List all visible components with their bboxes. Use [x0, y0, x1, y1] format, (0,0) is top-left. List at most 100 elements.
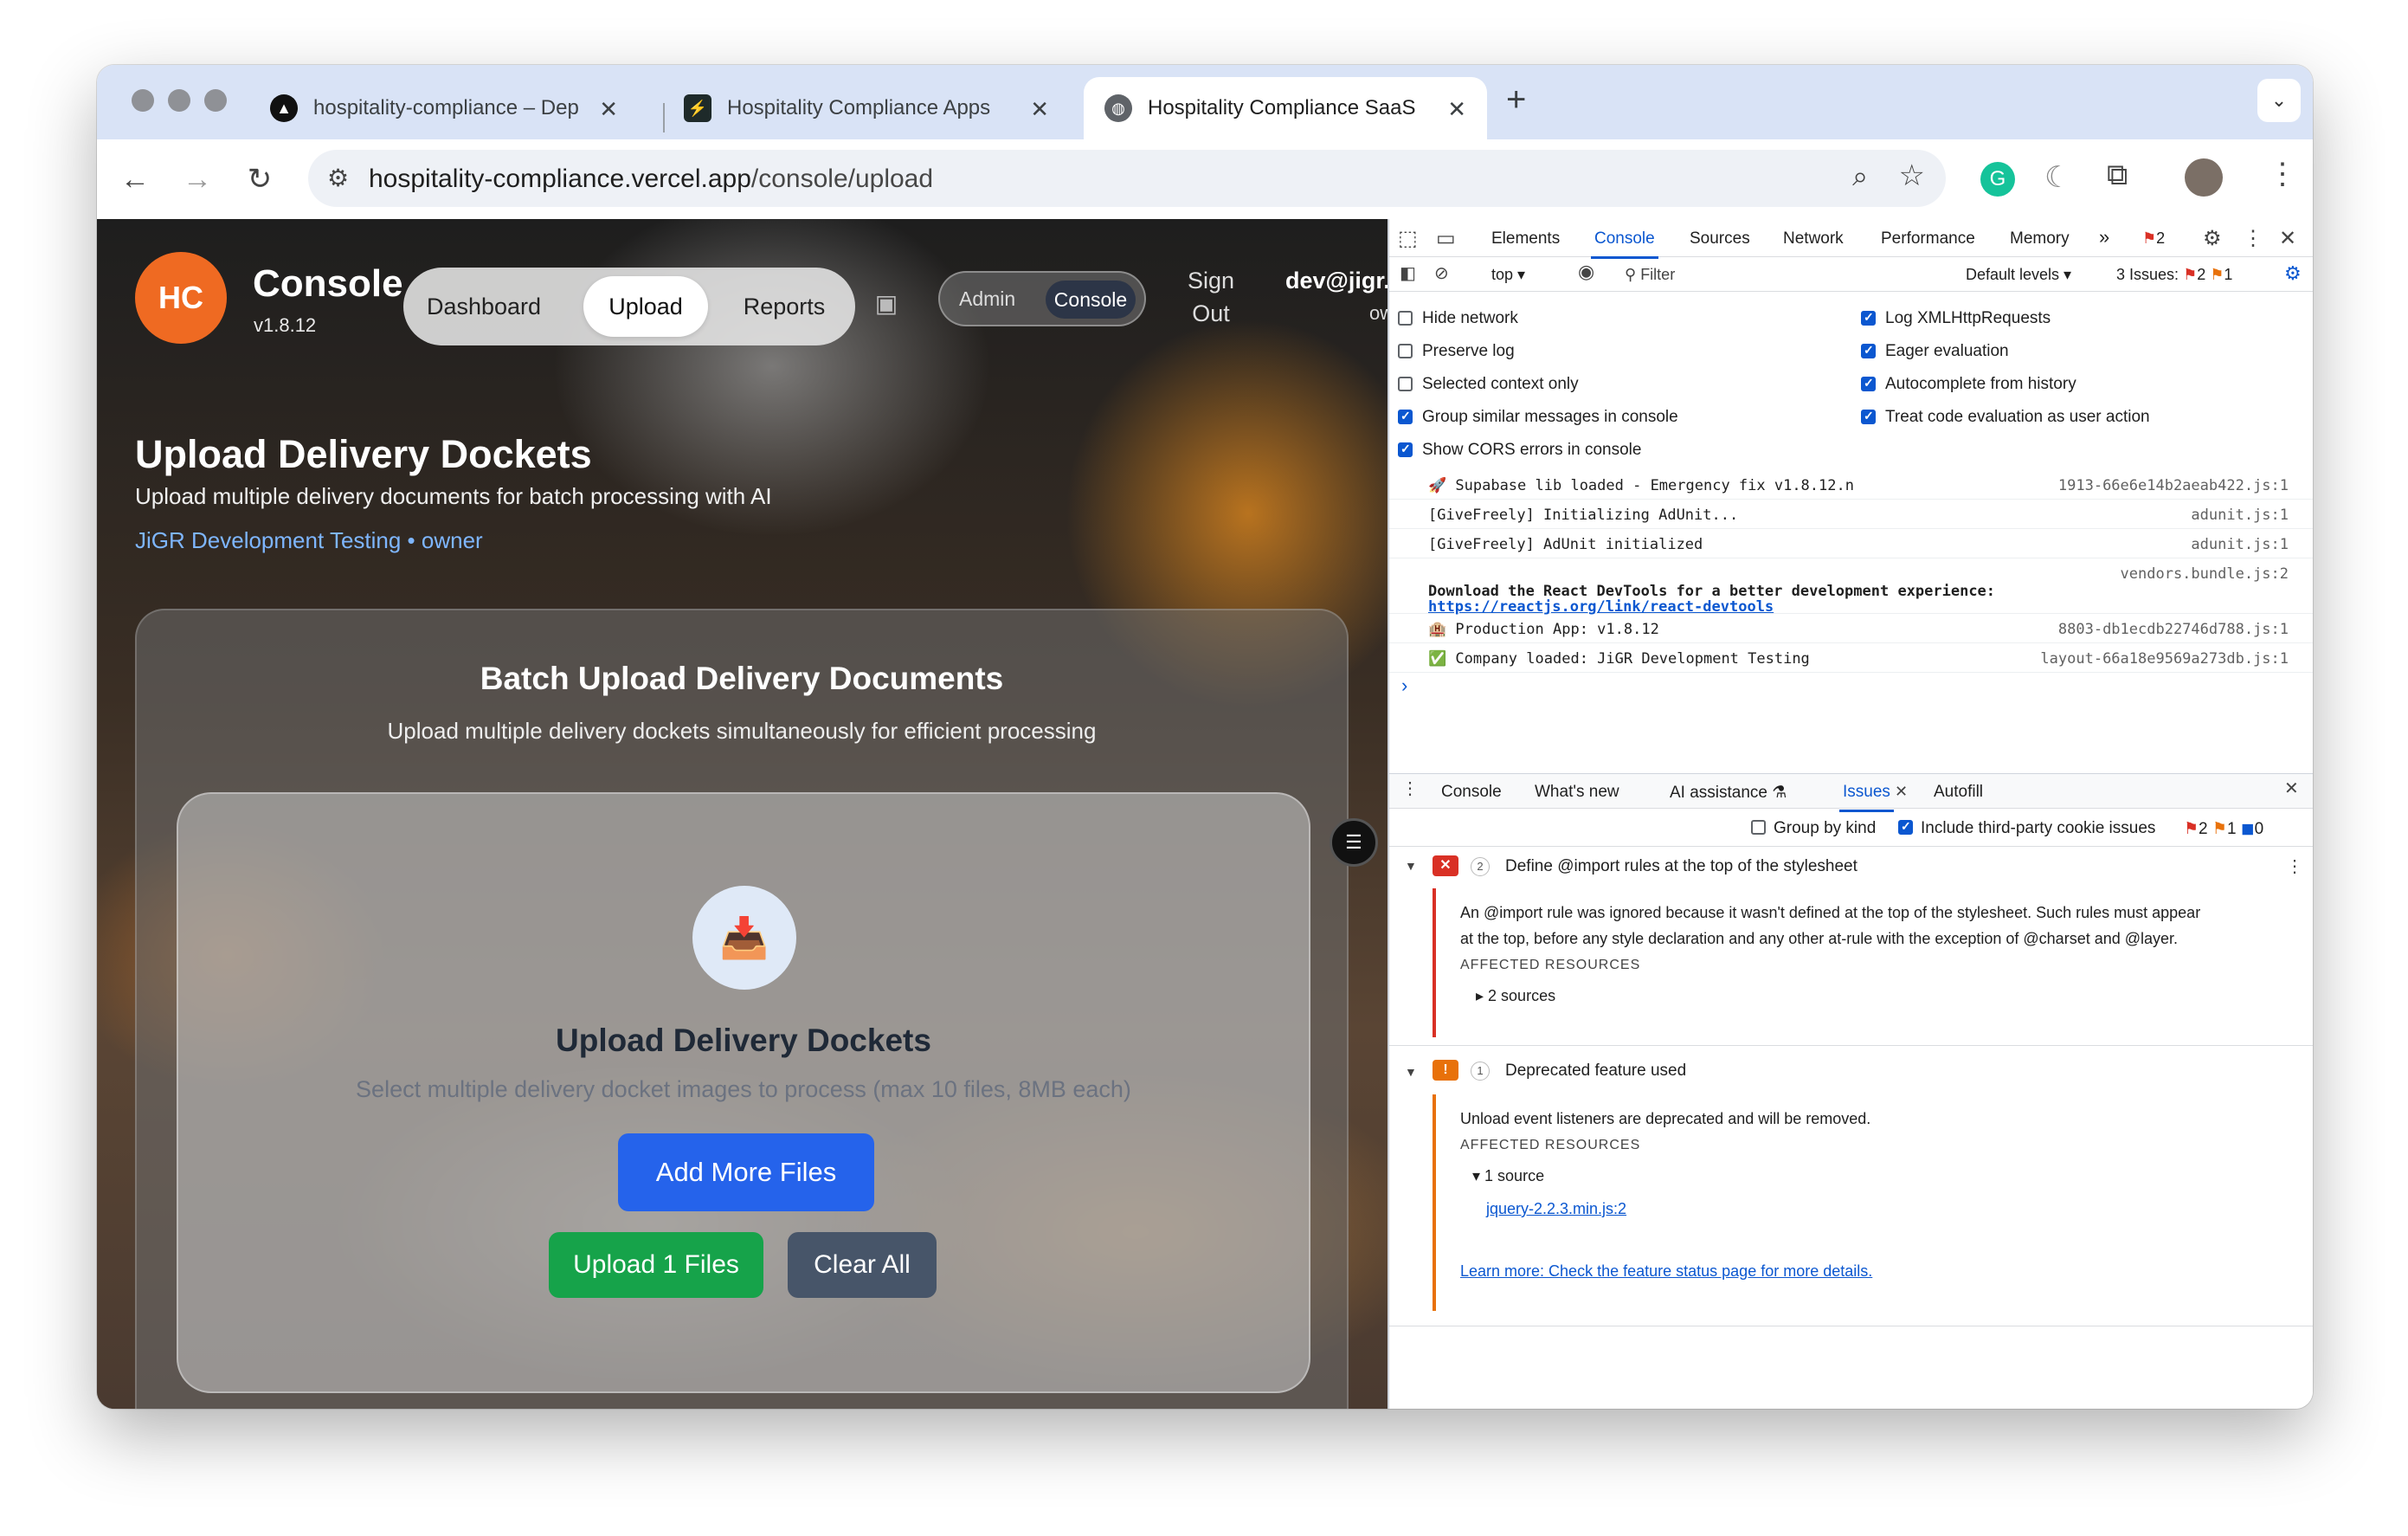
- bookmark-star-icon[interactable]: ☆: [1899, 158, 1925, 193]
- mode-admin[interactable]: Admin: [959, 287, 1015, 311]
- sidebar-toggle-icon[interactable]: ◧: [1400, 262, 1416, 284]
- expand-triangle-icon[interactable]: ▼: [1405, 1065, 1417, 1079]
- tab-performance[interactable]: Performance: [1881, 229, 1975, 248]
- devtools-panel: ⬚ ▭ Elements Console Sources Network Per…: [1387, 219, 2313, 1409]
- upload-files-button[interactable]: Upload 1 Files: [549, 1232, 763, 1298]
- browser-tab-vercel[interactable]: ▲ hospitality-compliance – Dep ✕: [249, 77, 639, 139]
- log-levels-select[interactable]: Default levels ▾: [1966, 266, 2071, 284]
- browser-tab-saas[interactable]: ◍ Hospitality Compliance SaaS ✕: [1084, 77, 1487, 139]
- expand-triangle-icon[interactable]: ▼: [1405, 859, 1417, 873]
- checkbox[interactable]: [1398, 442, 1413, 457]
- minimize-window-button[interactable]: [168, 89, 190, 112]
- checkbox[interactable]: [1398, 377, 1413, 391]
- add-more-files-button[interactable]: Add More Files: [618, 1133, 874, 1211]
- issue-menu-icon[interactable]: ⋮: [2286, 855, 2303, 877]
- new-tab-button[interactable]: +: [1506, 81, 1526, 119]
- drawer-tab-console[interactable]: Console: [1441, 783, 1502, 802]
- vercel-icon: ▲: [270, 94, 298, 122]
- devtools-menu-icon[interactable]: ⋮: [2243, 226, 2263, 251]
- address-bar[interactable]: ⚙ hospitality-compliance.vercel.app/cons…: [308, 150, 1946, 207]
- settings-gear-icon[interactable]: ⚙: [2203, 226, 2222, 251]
- forward-arrow-icon[interactable]: →: [177, 158, 218, 200]
- log-source-link[interactable]: vendors.bundle.js:2: [2121, 565, 2289, 583]
- tab-console[interactable]: Console: [1591, 229, 1658, 259]
- error-count-badge[interactable]: ⚑2: [2142, 229, 2165, 248]
- checkbox[interactable]: [1398, 344, 1413, 358]
- close-window-button[interactable]: [132, 89, 154, 112]
- zoom-icon[interactable]: ⌕: [1852, 160, 1868, 193]
- checkbox[interactable]: [1398, 311, 1413, 326]
- grammarly-icon[interactable]: G: [1980, 162, 2015, 197]
- drawer-menu-icon[interactable]: ⋮: [1401, 778, 1419, 799]
- browser-tab-apps[interactable]: ⚡ Hospitality Compliance Apps ✕: [663, 77, 1070, 139]
- drawer-tab-ai-assistance[interactable]: AI assistance ⚗: [1670, 783, 1787, 803]
- device-toolbar-icon[interactable]: ▭: [1436, 226, 1456, 251]
- log-source-link[interactable]: layout-66a18e9569a273db.js:1: [2040, 650, 2289, 668]
- image-icon[interactable]: ▣: [872, 288, 901, 318]
- sign-out-button[interactable]: Sign Out: [1188, 264, 1234, 330]
- drawer-tab-whats-new[interactable]: What's new: [1535, 783, 1619, 802]
- close-issues-tab-icon[interactable]: ✕: [1895, 783, 1908, 801]
- maximize-window-button[interactable]: [204, 89, 227, 112]
- tab-sources[interactable]: Sources: [1690, 229, 1750, 248]
- log-source-link[interactable]: 8803-db1ecdb22746d788.js:1: [2058, 621, 2289, 638]
- tab-network[interactable]: Network: [1783, 229, 1844, 248]
- checkbox[interactable]: [1861, 376, 1876, 391]
- sources-toggle[interactable]: ▸ 2 sources: [1476, 987, 1555, 1005]
- avatar[interactable]: [2185, 158, 2223, 197]
- checkbox[interactable]: [1861, 310, 1876, 326]
- globe-icon: ◍: [1104, 94, 1132, 122]
- drawer-tab-autofill[interactable]: Autofill: [1934, 783, 1983, 802]
- console-settings-icon[interactable]: ⚙: [2284, 262, 2302, 285]
- tab-memory[interactable]: Memory: [2010, 229, 2070, 248]
- eye-icon[interactable]: ◉: [1578, 261, 1594, 283]
- checkbox[interactable]: [1861, 343, 1876, 358]
- more-tabs-icon[interactable]: »: [2099, 226, 2109, 248]
- checkbox[interactable]: [1861, 409, 1876, 424]
- site-settings-icon[interactable]: ⚙: [327, 164, 349, 192]
- checkbox[interactable]: [1898, 819, 1913, 835]
- issue-deprecated-feature[interactable]: ▼ ! 1 Deprecated feature used Unload eve…: [1389, 1046, 2313, 1326]
- clear-all-button[interactable]: Clear All: [788, 1232, 937, 1298]
- nav-upload[interactable]: Upload: [583, 276, 708, 337]
- console-toolbar: ◧ ⊘ top ▾ ◉ ⚲ Filter Default levels ▾ 3 …: [1389, 257, 2313, 292]
- close-tab-icon[interactable]: ✕: [1447, 96, 1466, 123]
- card-subtitle: Upload multiple delivery dockets simulta…: [387, 718, 1097, 744]
- inspect-element-icon[interactable]: ⬚: [1398, 226, 1418, 251]
- log-source-link[interactable]: 1913-66e6e14b2aeab422.js:1: [2058, 477, 2289, 494]
- reload-icon[interactable]: ↻: [239, 158, 280, 200]
- upload-dropzone[interactable]: 📥 Upload Delivery Dockets Select multipl…: [177, 792, 1310, 1393]
- log-source-link[interactable]: adunit.js:1: [2191, 536, 2289, 553]
- tab-elements[interactable]: Elements: [1491, 229, 1560, 248]
- extension-icon[interactable]: ☾: [2044, 160, 2070, 195]
- drawer-tab-issues[interactable]: Issues: [1839, 783, 1894, 812]
- checkbox[interactable]: [1751, 820, 1766, 835]
- browser-menu-icon[interactable]: ⋮: [2268, 157, 2297, 191]
- console-prompt[interactable]: ›: [1401, 674, 1407, 697]
- close-devtools-icon[interactable]: ✕: [2279, 226, 2296, 251]
- main-nav: Dashboard Upload Reports: [403, 268, 855, 345]
- tab-search-chevron-icon[interactable]: ⌄: [2257, 79, 2301, 122]
- nav-reports[interactable]: Reports: [720, 276, 848, 337]
- context-select[interactable]: top ▾: [1491, 266, 1525, 284]
- checkbox[interactable]: [1398, 409, 1413, 424]
- issues-summary[interactable]: 3 Issues: ⚑2 ⚑1: [2116, 266, 2232, 284]
- source-file-link[interactable]: jquery-2.2.3.min.js:2: [1486, 1200, 1626, 1218]
- back-arrow-icon[interactable]: ←: [114, 158, 156, 200]
- sources-toggle[interactable]: ▾ 1 source: [1472, 1167, 1544, 1185]
- issue-import-rules[interactable]: ▼ ✕ 2 Define @import rules at the top of…: [1389, 847, 2313, 1046]
- close-tab-icon[interactable]: ✕: [1030, 96, 1049, 123]
- close-drawer-icon[interactable]: ✕: [2284, 778, 2299, 799]
- close-tab-icon[interactable]: ✕: [599, 96, 618, 123]
- mode-console[interactable]: Console: [1046, 281, 1136, 319]
- log-entry: [GiveFreely] Initializing AdUnit... aduni…: [1389, 500, 2313, 529]
- puzzle-icon[interactable]: ⧉: [2107, 158, 2128, 192]
- filter-input[interactable]: ⚲ Filter: [1625, 266, 1675, 284]
- react-devtools-link[interactable]: https://reactjs.org/link/react-devtools: [1428, 598, 1774, 616]
- clear-console-icon[interactable]: ⊘: [1434, 262, 1449, 284]
- nav-dashboard[interactable]: Dashboard: [419, 276, 549, 337]
- log-entry: ✅ Company loaded: JiGR Development Testi…: [1389, 643, 2313, 673]
- learn-more-link[interactable]: Learn more: Check the feature status pag…: [1460, 1262, 1872, 1281]
- floating-menu-icon[interactable]: ☰: [1330, 818, 1378, 867]
- log-source-link[interactable]: adunit.js:1: [2191, 507, 2289, 524]
